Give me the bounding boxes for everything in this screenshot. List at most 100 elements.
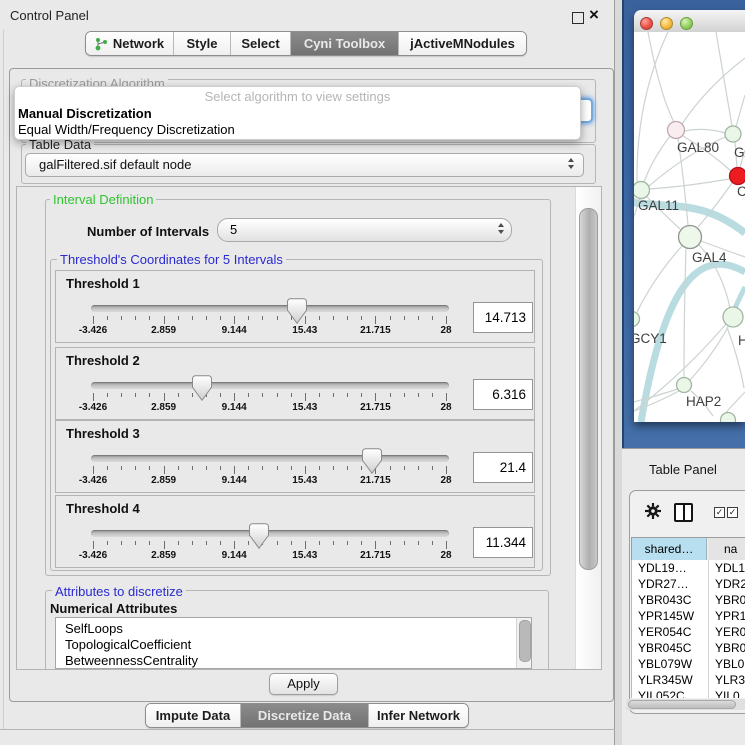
table-row[interactable]: YER054CYER0 <box>632 624 745 640</box>
tab-infer-network[interactable]: Infer Network <box>369 704 468 727</box>
slider-track[interactable] <box>91 305 449 312</box>
network-edge[interactable] <box>684 129 725 133</box>
gear-icon[interactable] <box>645 503 661 519</box>
threshold-label: Threshold 3 <box>66 426 140 441</box>
checkbox-icon[interactable]: ✓ <box>714 507 725 518</box>
threshold-label: Threshold 1 <box>66 276 140 291</box>
slider-thumb[interactable] <box>192 375 212 402</box>
network-node[interactable] <box>721 413 736 423</box>
slider-thumb[interactable] <box>249 523 269 550</box>
table-hscrollbar-thumb[interactable] <box>628 700 736 709</box>
network-node-label: GAL4 <box>692 250 727 265</box>
threshold-value-field[interactable]: 6.316 <box>473 379 533 410</box>
minimize-traffic-light[interactable] <box>660 17 673 30</box>
attribute-list-item[interactable]: TopologicalCoefficient <box>65 637 191 653</box>
network-edge[interactable] <box>650 179 729 189</box>
tab-style[interactable]: Style <box>174 32 231 55</box>
network-node[interactable] <box>725 126 741 142</box>
table-row[interactable]: YDR27…YDR2 <box>632 576 745 592</box>
slider-tick <box>178 466 179 470</box>
slider-tick <box>390 316 391 320</box>
tab-impute-data[interactable]: Impute Data <box>146 704 241 727</box>
list-scrollbar-track[interactable] <box>516 618 531 668</box>
network-node[interactable] <box>677 378 692 393</box>
network-edge[interactable] <box>690 327 728 380</box>
tab-jactivemnodules[interactable]: jActiveMNodules <box>399 32 526 55</box>
float-window-icon[interactable] <box>572 12 584 24</box>
close-icon[interactable]: × <box>589 5 599 25</box>
network-edge[interactable] <box>648 32 674 122</box>
network-window-titlebar[interactable] <box>634 10 745 33</box>
table-row[interactable]: YDL19…YDL1 <box>632 560 745 576</box>
slider-thumb[interactable] <box>362 448 382 475</box>
slider-tick <box>149 316 150 320</box>
dropdown-option-equal-width[interactable]: Equal Width/Frequency Discretization <box>18 122 577 138</box>
threshold-value-field[interactable]: 21.4 <box>473 452 533 483</box>
table-row[interactable]: YIL052CYIL0 <box>632 688 745 698</box>
slider-track[interactable] <box>91 530 449 537</box>
control-panel: Control Panel × Network Style Select Cyn… <box>0 0 615 745</box>
slider-track[interactable] <box>91 455 449 462</box>
tab-select[interactable]: Select <box>231 32 291 55</box>
table-row[interactable]: YPR145WYPR1 <box>632 608 745 624</box>
columns-icon[interactable] <box>674 503 693 522</box>
attribute-list-item[interactable]: SelfLoops <box>65 621 123 637</box>
network-node[interactable] <box>679 226 702 249</box>
list-scrollbar-thumb[interactable] <box>519 620 531 662</box>
threshold-value-field[interactable]: 11.344 <box>473 527 533 558</box>
slider-tick-label: 2.859 <box>139 402 189 413</box>
network-node[interactable] <box>634 312 640 327</box>
column-header-name[interactable]: na <box>708 538 745 560</box>
slider-tick <box>135 466 136 470</box>
slider-tick <box>333 393 334 397</box>
slider-tick-label: 9.144 <box>209 325 259 336</box>
attribute-list-item[interactable]: BetweennessCentrality <box>65 653 198 669</box>
column-header-shared-name[interactable]: shared… <box>631 538 707 560</box>
slider-tick <box>206 466 207 470</box>
table-row[interactable]: YLR345WYLR3 <box>632 672 745 688</box>
threshold-value-field[interactable]: 14.713 <box>473 302 533 333</box>
slider-tick <box>333 316 334 320</box>
dropdown-option-manual[interactable]: Manual Discretization <box>18 106 577 122</box>
numerical-attributes-list[interactable]: SelfLoopsTopologicalCoefficientBetweenne… <box>55 617 532 669</box>
network-node-label: H <box>738 333 745 348</box>
number-of-intervals-spinner[interactable]: 5 <box>217 218 512 242</box>
apply-button[interactable]: Apply <box>269 673 338 695</box>
slider-tick <box>418 466 419 470</box>
close-traffic-light[interactable] <box>640 17 653 30</box>
network-node[interactable] <box>668 122 685 139</box>
network-node[interactable] <box>634 182 650 199</box>
screen: Control Panel × Network Style Select Cyn… <box>0 0 745 745</box>
slider-tick <box>291 541 292 545</box>
panel-divider[interactable] <box>615 0 622 745</box>
slider-tick <box>206 316 207 320</box>
network-edge[interactable] <box>684 249 686 377</box>
network-edge[interactable] <box>644 136 670 182</box>
slider-tick <box>432 316 433 320</box>
zoom-traffic-light[interactable] <box>680 17 693 30</box>
network-edge[interactable] <box>682 58 745 124</box>
network-node[interactable] <box>723 307 743 327</box>
checkbox-icon[interactable]: ✓ <box>727 507 738 518</box>
tab-discretize-data[interactable]: Discretize Data <box>241 704 369 727</box>
network-edge[interactable] <box>736 95 745 127</box>
table-row[interactable]: YBR045CYBR0 <box>632 640 745 656</box>
network-edge[interactable] <box>716 32 732 126</box>
table-hscrollbar-track[interactable] <box>626 699 745 710</box>
network-canvas[interactable]: GAL80GALCGAL11GAL4GCY1HHAP2 <box>634 32 745 422</box>
network-icon <box>95 37 108 51</box>
tab-cyni-toolbox[interactable]: Cyni Toolbox <box>291 32 399 55</box>
tab-network[interactable]: Network <box>86 32 174 55</box>
slider-tick-label: 15.43 <box>280 325 330 336</box>
table-data-combobox[interactable]: galFiltered.sif default node <box>25 153 584 177</box>
slider-tick <box>220 466 221 470</box>
table-row[interactable]: YBR043CYBR0 <box>632 592 745 608</box>
slider-tick <box>305 466 306 474</box>
combo-arrows-icon <box>568 158 575 169</box>
slider-thumb[interactable] <box>287 298 307 325</box>
table-row[interactable]: YBL079WYBL0 <box>632 656 745 672</box>
slider-track[interactable] <box>91 382 449 389</box>
scrollbar-thumb[interactable] <box>579 208 598 570</box>
slider-tick <box>164 393 165 401</box>
network-node[interactable] <box>730 168 745 185</box>
